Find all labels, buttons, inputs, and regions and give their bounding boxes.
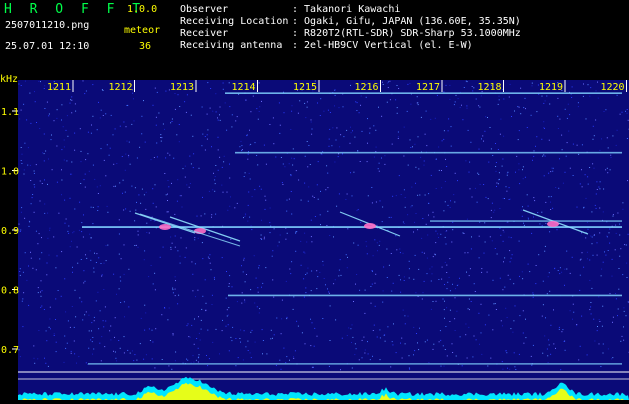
info-key: Receiving Location [180,17,292,27]
info-receiver: Receiver: R820T2(RTL-SDR) SDR-Sharp 53.1… [180,29,521,39]
info-location: Receiving Location: Ogaki, Gifu, JAPAN (… [180,17,521,27]
x-tick-label: 1217 [416,82,440,93]
header: H R O F F T 1.0.0 2507011210.png 25.07.0… [0,0,629,74]
info-key: Receiver [180,29,292,39]
spectrogram: 1.11.00.90.80.70.6kHz1211121212131214121… [0,74,629,400]
info-value: : Ogaki, Gifu, JAPAN (136.60E, 35.35N) [292,16,521,27]
app-logo: H R O F F T [4,3,145,16]
y-tick-label: 0.9 [1,226,19,237]
meteor-head [364,223,376,229]
x-tick-label: 1214 [231,82,255,93]
info-value: : R820T2(RTL-SDR) SDR-Sharp 53.1000MHz [292,28,521,39]
plot-background [18,80,629,400]
x-tick-label: 1213 [170,82,194,93]
filename: 2507011210.png [5,21,89,31]
datetime: 25.07.01 12:10 [5,42,89,52]
y-tick-label: 1.1 [1,107,19,118]
x-tick-label: 1212 [108,82,132,93]
y-tick-label: 0.7 [1,345,19,356]
meteor-count: 36 [139,42,151,52]
info-observer: Observer: Takanori Kawachi [180,5,400,15]
x-tick-label: 1215 [293,82,317,93]
meteor-head [159,224,171,230]
info-value: : Takanori Kawachi [292,4,400,15]
info-antenna: Receiving antenna: 2el-HB9CV Vertical (e… [180,41,473,51]
x-tick-label: 1218 [477,82,501,93]
spectrogram-svg: 1.11.00.90.80.70.6kHz1211121212131214121… [0,74,629,400]
app-version: 1.0.0 [127,5,157,15]
x-tick-label: 1216 [354,82,378,93]
y-unit-label: kHz [0,74,18,85]
info-key: Receiving antenna [180,41,292,51]
x-tick-label: 1220 [600,82,624,93]
y-tick-label: 0.8 [1,286,19,297]
meteor-label: meteor [124,26,160,36]
info-value: : 2el-HB9CV Vertical (el. E-W) [292,40,473,51]
y-tick-label: 1.0 [1,167,19,178]
x-tick-label: 1219 [539,82,563,93]
info-key: Observer [180,5,292,15]
meteor-head [547,221,559,227]
x-tick-label: 1211 [47,82,71,93]
